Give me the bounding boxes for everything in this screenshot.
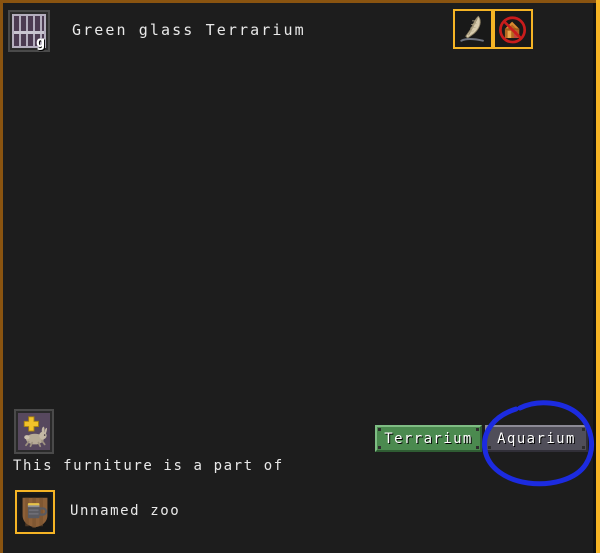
tab-terrarium[interactable]: Terrarium [375,425,482,452]
tab-terrarium-label: Terrarium [384,430,473,447]
tab-nub [488,446,491,449]
zoo-mug-icon[interactable] [15,490,55,534]
tab-nub [378,428,381,431]
page-title: Green glass Terrarium [72,21,306,39]
no-house-icon [499,16,527,44]
window-frame-top [0,0,600,3]
tab-aquarium[interactable]: Aquarium [485,425,588,452]
quill-pen-icon [460,15,484,42]
tab-nub [582,446,585,449]
tab-nub [476,428,479,431]
rename-button[interactable] [453,9,493,49]
tab-nub [476,446,479,449]
rabbit-with-cross-graphic [23,416,48,448]
window-frame-right [596,0,600,553]
zoo-animal-sprite [18,413,50,450]
tab-nub [488,428,491,431]
window-frame-left [0,0,3,553]
tab-nub [378,446,381,449]
tankard-graphic [22,497,48,528]
tab-aquarium-label: Aquarium [497,430,576,447]
sprite-letter: g [35,33,45,51]
part-of-label: This furniture is a part of [13,458,284,474]
zoo-mug-sprite [19,494,51,530]
no-build-button[interactable] [493,9,533,49]
zoo-name-label: Unnamed zoo [70,503,181,519]
terrarium-info-window: g Green glass Terrarium This furniture i… [0,0,600,553]
tab-nub [582,428,585,431]
green-glass-window-sprite-icon: g [8,10,50,52]
zoo-animal-icon [14,409,54,454]
